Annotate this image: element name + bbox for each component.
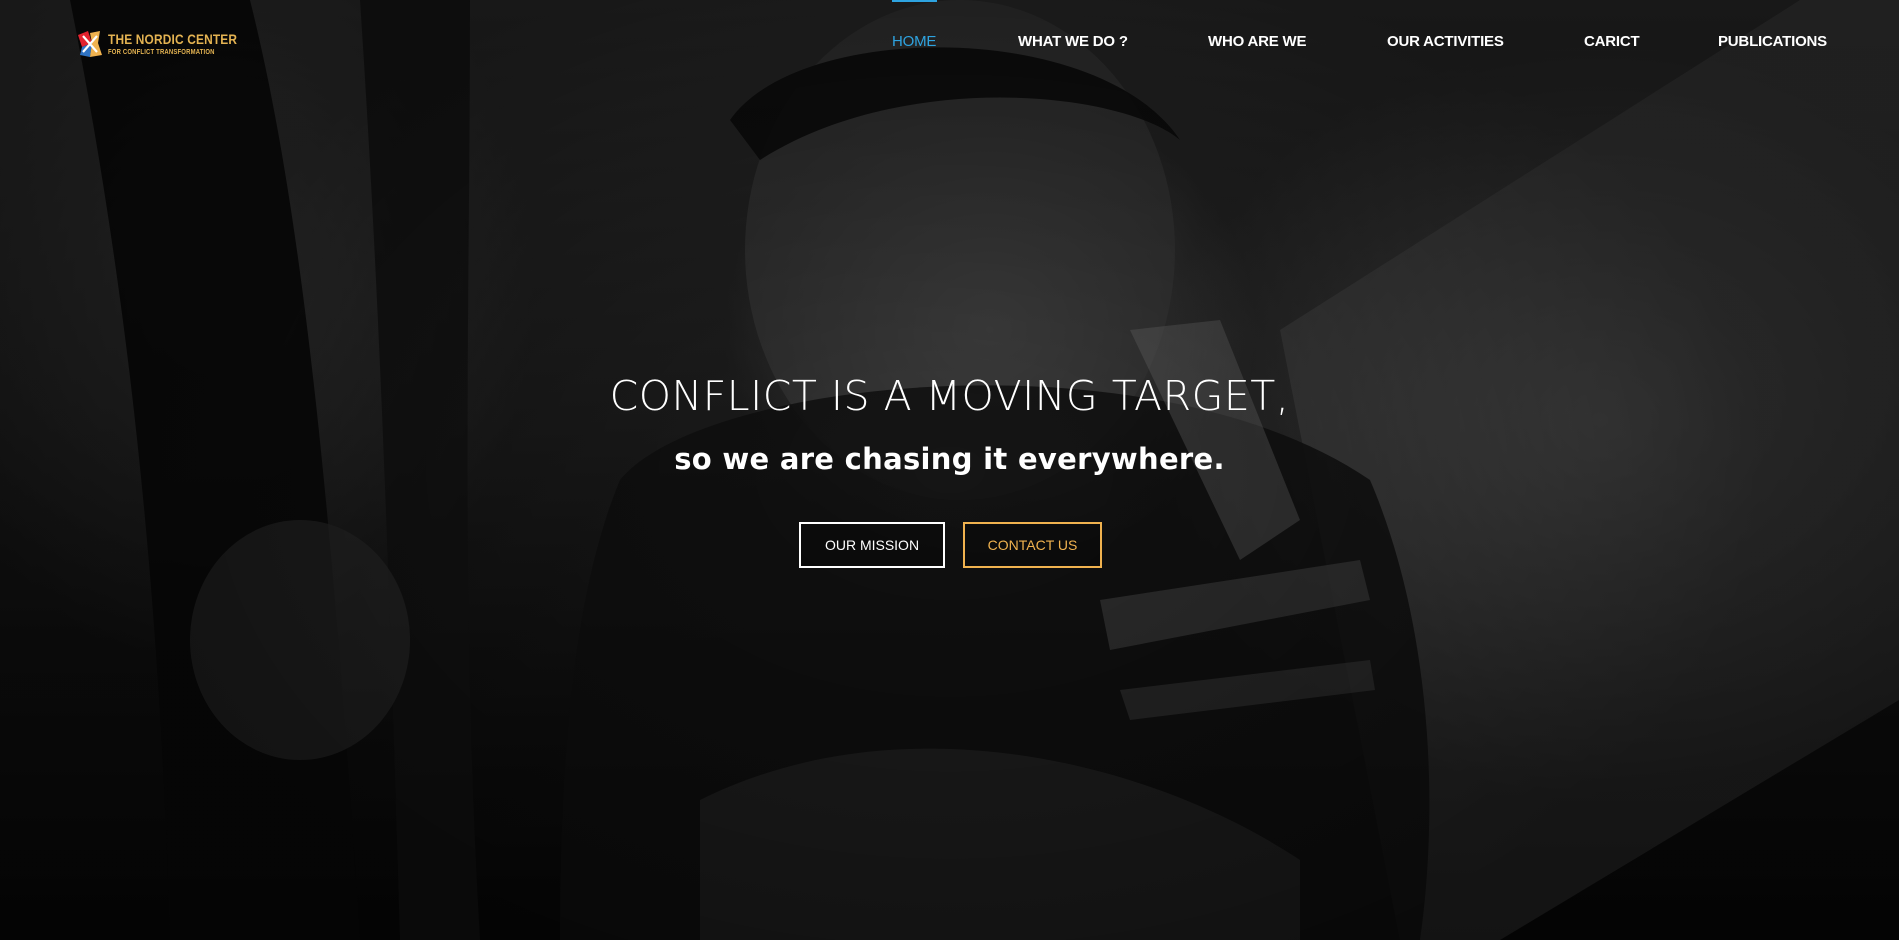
hero-headline: CONFLICT IS A MOVING TARGET,	[609, 372, 1290, 420]
nav-item-home[interactable]: HOME	[892, 33, 936, 50]
contact-us-button[interactable]: CONTACT US	[963, 522, 1102, 568]
nav-item-publications[interactable]: PUBLICATIONS	[1718, 33, 1827, 50]
nav-item-what-we-do[interactable]: WHAT WE DO ?	[1018, 33, 1128, 50]
nav-item-our-activities[interactable]: OUR ACTIVITIES	[1387, 33, 1504, 50]
hero-subheadline: so we are chasing it everywhere.	[674, 442, 1225, 476]
nav-item-carict[interactable]: CARICT	[1584, 33, 1640, 50]
nav-active-indicator	[892, 0, 937, 2]
main-navigation: HOME WHAT WE DO ? WHO ARE WE OUR ACTIVIT…	[0, 0, 1899, 80]
nav-item-who-are-we[interactable]: WHO ARE WE	[1208, 33, 1306, 50]
our-mission-button[interactable]: OUR MISSION	[799, 522, 945, 568]
